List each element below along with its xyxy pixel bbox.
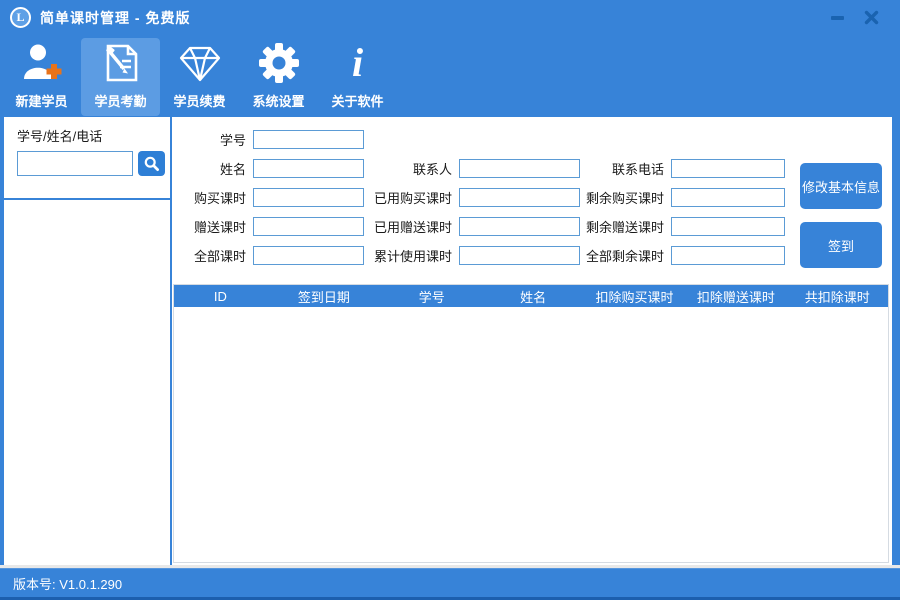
column-header-deduct-gift[interactable]: 扣除赠送课时	[685, 287, 786, 306]
used-gift-hours-label: 已用赠送课时	[373, 220, 452, 235]
gift-hours-input[interactable]	[253, 217, 364, 236]
contact-person-input[interactable]	[459, 159, 580, 178]
main-panel: 学号 姓名 联系人 联系电话 购买课时 已用购买课时 剩余购买课时 赠送课时 已…	[172, 117, 892, 565]
table-header: ID 签到日期 学号 姓名 扣除购买课时 扣除赠送课时 共扣除课时	[174, 285, 888, 307]
field-remaining-purchased-hours: 剩余购买课时	[576, 188, 785, 207]
field-student-id: 学号	[172, 130, 364, 149]
close-button[interactable]	[862, 9, 880, 27]
sidebar: 学号/姓名/电话	[4, 117, 172, 565]
contact-phone-label: 联系电话	[611, 162, 664, 177]
remaining-gift-hours-input[interactable]	[671, 217, 785, 236]
app-logo-icon: L	[10, 7, 31, 28]
field-cumulative-used-hours: 累计使用课时	[368, 246, 580, 265]
purchased-hours-input[interactable]	[253, 188, 364, 207]
remaining-purchased-hours-input[interactable]	[671, 188, 785, 207]
purchased-hours-label: 购买课时	[193, 191, 246, 206]
contact-phone-input[interactable]	[671, 159, 785, 178]
field-total-hours: 全部课时	[172, 246, 364, 265]
column-header-deduct-purchased[interactable]: 扣除购买课时	[584, 287, 685, 306]
toolbar-item-label: 系统设置	[252, 94, 305, 109]
toolbar-item-label: 学员考勤	[94, 94, 147, 109]
search-button[interactable]	[138, 151, 165, 176]
search-icon	[144, 156, 159, 171]
toolbar-item-attendance[interactable]: 学员考勤	[81, 38, 160, 116]
close-icon	[864, 10, 878, 25]
total-hours-input[interactable]	[253, 246, 364, 265]
column-header-student-id[interactable]: 学号	[381, 287, 482, 306]
minimize-button[interactable]	[828, 9, 846, 27]
used-gift-hours-input[interactable]	[459, 217, 580, 236]
name-label: 姓名	[219, 162, 246, 177]
window-title: 简单课时管理 - 免费版	[40, 9, 191, 26]
field-contact-phone: 联系电话	[576, 159, 785, 178]
contact-person-label: 联系人	[412, 162, 452, 177]
diamond-icon	[177, 39, 223, 87]
student-list	[4, 200, 170, 565]
content-area: 学号/姓名/电话 学号 姓名 联系人 联系电话 购买课时 已用购买课时 剩余购买…	[4, 117, 892, 565]
toolbar-item-new-student[interactable]: 新建学员	[2, 38, 81, 116]
student-id-label: 学号	[219, 133, 246, 148]
edit-basic-info-button[interactable]: 修改基本信息	[800, 163, 882, 209]
field-name: 姓名	[172, 159, 364, 178]
toolbar-item-about[interactable]: i 关于软件	[318, 38, 397, 116]
student-id-input[interactable]	[253, 130, 364, 149]
field-used-gift-hours: 已用赠送课时	[368, 217, 580, 236]
cumulative-used-hours-label: 累计使用课时	[373, 249, 452, 264]
toolbar-item-label: 新建学员	[15, 94, 68, 109]
column-header-total-deducted[interactable]: 共扣除课时	[787, 287, 888, 306]
field-purchased-hours: 购买课时	[172, 188, 364, 207]
toolbar-item-label: 关于软件	[331, 94, 384, 109]
name-input[interactable]	[253, 159, 364, 178]
checkin-table: ID 签到日期 学号 姓名 扣除购买课时 扣除赠送课时 共扣除课时	[173, 284, 889, 563]
field-total-remaining-hours: 全部剩余课时	[576, 246, 785, 265]
remaining-gift-hours-label: 剩余赠送课时	[585, 220, 664, 235]
toolbar-item-label: 学员续费	[173, 94, 226, 109]
toolbar-item-settings[interactable]: 系统设置	[239, 38, 318, 116]
search-label: 学号/姓名/电话	[17, 129, 103, 144]
used-purchased-hours-input[interactable]	[459, 188, 580, 207]
window-controls	[828, 9, 890, 27]
document-pencil-icon	[100, 39, 142, 87]
field-remaining-gift-hours: 剩余赠送课时	[576, 217, 785, 236]
field-gift-hours: 赠送课时	[172, 217, 364, 236]
field-used-purchased-hours: 已用购买课时	[368, 188, 580, 207]
field-contact-person: 联系人	[368, 159, 580, 178]
search-input[interactable]	[17, 151, 133, 176]
toolbar-item-renewal[interactable]: 学员续费	[160, 38, 239, 116]
total-remaining-hours-input[interactable]	[671, 246, 785, 265]
used-purchased-hours-label: 已用购买课时	[373, 191, 452, 206]
cumulative-used-hours-input[interactable]	[459, 246, 580, 265]
total-hours-label: 全部课时	[193, 249, 246, 264]
column-header-name[interactable]: 姓名	[482, 287, 583, 306]
table-body	[174, 307, 888, 562]
search-pane: 学号/姓名/电话	[4, 117, 170, 200]
person-add-icon	[21, 39, 63, 87]
remaining-purchased-hours-label: 剩余购买课时	[585, 191, 664, 206]
toolbar: 新建学员 学员考勤 学员续费 系统设置 i 关于软件	[2, 35, 397, 117]
titlebar: L 简单课时管理 - 免费版	[0, 0, 900, 35]
total-remaining-hours-label: 全部剩余课时	[585, 249, 664, 264]
column-header-id[interactable]: ID	[174, 289, 267, 304]
checkin-button[interactable]: 签到	[800, 222, 882, 268]
app-window: L 简单课时管理 - 免费版 新建学员 学员考勤 学员续费 系统设置 i 关于软…	[0, 0, 900, 600]
gear-icon	[258, 39, 300, 87]
column-header-checkin-date[interactable]: 签到日期	[267, 287, 381, 306]
gift-hours-label: 赠送课时	[193, 220, 246, 235]
info-icon: i	[351, 40, 364, 85]
statusbar: 版本号: V1.0.1.290	[0, 568, 900, 597]
minimize-icon	[830, 15, 844, 20]
version-text: 版本号: V1.0.1.290	[13, 576, 123, 592]
